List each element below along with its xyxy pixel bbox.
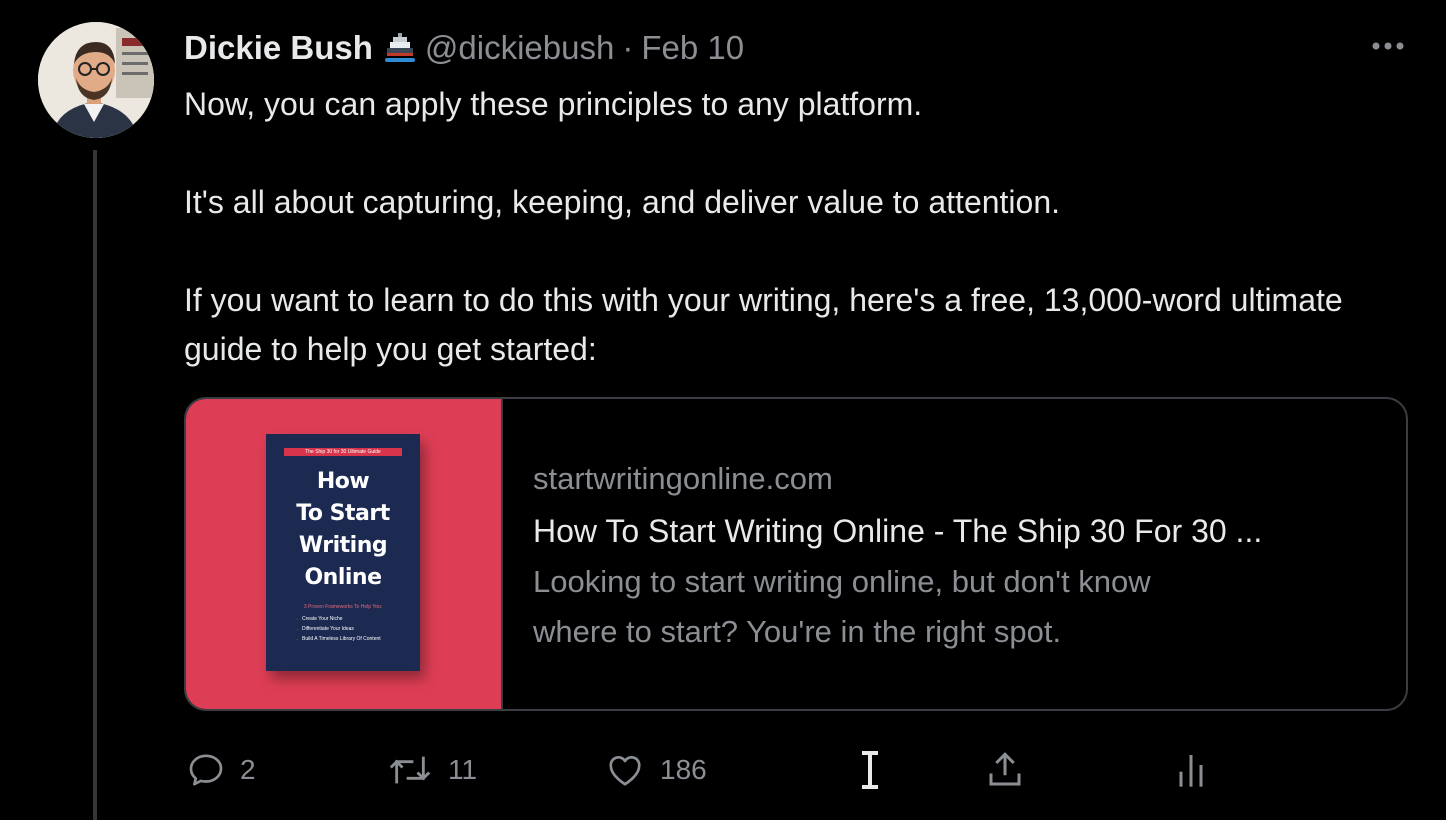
share-icon bbox=[989, 752, 1021, 786]
reply-button[interactable]: 2 bbox=[186, 746, 256, 794]
thread-line bbox=[93, 150, 97, 820]
reply-icon bbox=[189, 754, 223, 786]
link-preview-card[interactable]: The Ship 30 for 30 Ultimate Guide How To… bbox=[184, 397, 1408, 711]
tweet-paragraph: Now, you can apply these principles to a… bbox=[184, 86, 923, 122]
text-cursor bbox=[856, 746, 884, 794]
book-title: How To Start Writing Online bbox=[266, 466, 420, 594]
card-description: Looking to start writing online, but don… bbox=[533, 564, 1151, 599]
card-description: where to start? You're in the right spot… bbox=[533, 614, 1062, 649]
book-cover: The Ship 30 for 30 Ultimate Guide How To… bbox=[266, 434, 420, 671]
retweet-button[interactable]: 11 bbox=[386, 746, 477, 794]
heart-icon bbox=[609, 756, 641, 786]
book-bullets: → Create Your Niche → Differentiate Your I… bbox=[294, 614, 404, 644]
text-cursor-icon bbox=[862, 751, 878, 789]
more-options-button[interactable] bbox=[1368, 30, 1408, 62]
reply-count: 2 bbox=[240, 754, 256, 785]
book-bullet: Create Your Niche bbox=[302, 616, 343, 622]
tweet-date[interactable]: Feb 10 bbox=[641, 29, 744, 67]
ship-emoji-icon bbox=[383, 31, 417, 65]
analytics-button[interactable] bbox=[1174, 746, 1208, 794]
tweet-paragraph: It's all about capturing, keeping, and d… bbox=[184, 184, 1061, 220]
book-subtitle: 3 Proven Frameworks To Help You: bbox=[303, 604, 383, 610]
arrow-icon: → bbox=[294, 636, 299, 642]
author-name[interactable]: Dickie Bush bbox=[184, 29, 373, 67]
book-title-line: Writing bbox=[298, 533, 388, 558]
tweet-paragraph: If you want to learn to do this with you… bbox=[184, 282, 1343, 367]
link-preview-image[interactable]: The Ship 30 for 30 Ultimate Guide How To… bbox=[186, 399, 503, 709]
like-button[interactable]: 186 bbox=[604, 746, 707, 794]
book-bullet: Build A Timeless Library Of Content bbox=[302, 636, 381, 642]
book-title-line: Online bbox=[304, 565, 382, 590]
tweet-header: Dickie Bush @dickiebush · Feb 10 bbox=[184, 24, 744, 72]
author-handle[interactable]: @dickiebush bbox=[425, 29, 614, 67]
analytics-icon bbox=[1179, 755, 1203, 787]
link-preview-text: startwritingonline.com How To Start Writ… bbox=[503, 399, 1292, 709]
card-domain: startwritingonline.com bbox=[533, 461, 833, 496]
book-banner: The Ship 30 for 30 Ultimate Guide bbox=[284, 448, 402, 456]
more-icon bbox=[1372, 42, 1404, 50]
book-title-line: To Start bbox=[296, 501, 390, 526]
book-bullet: Differentiate Your Ideas bbox=[302, 626, 354, 632]
arrow-icon: → bbox=[294, 616, 299, 622]
arrow-icon: → bbox=[294, 626, 299, 632]
tweet[interactable]: Dickie Bush @dickiebush · Feb 10 Now, yo… bbox=[0, 0, 1446, 820]
book-title-line: How bbox=[316, 469, 370, 494]
like-count: 186 bbox=[660, 754, 707, 785]
tweet-text: Now, you can apply these principles to a… bbox=[184, 80, 1414, 374]
card-title: How To Start Writing Online - The Ship 3… bbox=[533, 513, 1263, 549]
avatar-photo bbox=[38, 22, 154, 138]
avatar[interactable] bbox=[38, 22, 154, 138]
retweet-icon bbox=[389, 756, 431, 784]
action-bar: 2 11 186 bbox=[0, 746, 1446, 794]
share-button[interactable] bbox=[984, 746, 1026, 794]
separator-dot: · bbox=[622, 29, 634, 66]
retweet-count: 11 bbox=[448, 754, 478, 785]
